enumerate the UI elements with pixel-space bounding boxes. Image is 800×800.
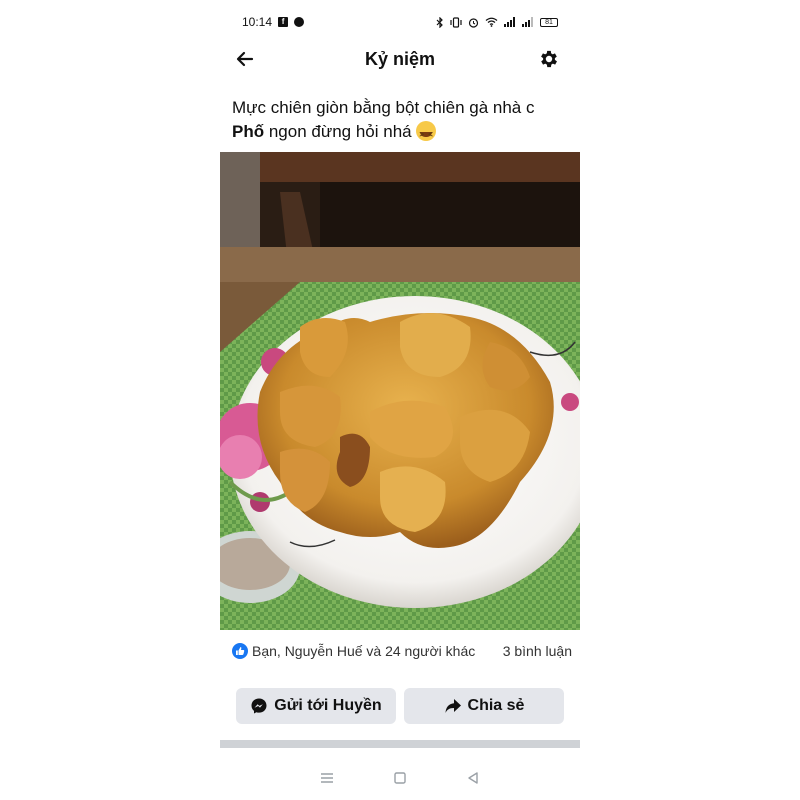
back-button[interactable] (232, 46, 258, 72)
vibrate-icon (450, 16, 462, 28)
reactions-text[interactable]: Bạn, Nguyễn Huế và 24 người khác (252, 643, 495, 659)
settings-button[interactable] (536, 46, 562, 72)
like-reaction-icon (232, 643, 248, 659)
laughing-emoji-icon (416, 121, 437, 144)
fried-food-photo (220, 152, 580, 630)
wifi-icon (485, 17, 498, 27)
phone-screen: 10:14 f 81 Kỷ niệm Mực chiên giòn bằng b… (220, 0, 580, 800)
page-title: Kỷ niệm (364, 48, 436, 69)
app-header: Kỷ niệm (220, 40, 580, 78)
status-bar: 10:14 f 81 (220, 10, 580, 34)
post-text-line-2: Phố ngon đừng hỏi nhá (232, 120, 572, 144)
status-time: 10:14 (242, 15, 273, 29)
reactions-row[interactable]: Bạn, Nguyễn Huế và 24 người khác 3 bình … (232, 641, 572, 661)
comments-count[interactable]: 3 bình luận (503, 643, 572, 659)
status-right: 81 (436, 16, 558, 28)
system-back-button[interactable] (461, 766, 485, 790)
arrow-left-icon (236, 51, 254, 67)
post-text-bold: Phố (232, 122, 265, 141)
send-to-label: Gửi tới Huyền (274, 697, 382, 714)
status-left: 10:14 f (242, 15, 305, 29)
system-nav-bar (220, 764, 580, 792)
post-photo[interactable] (220, 152, 580, 630)
messenger-icon (251, 698, 267, 714)
menu-lines-icon (320, 773, 333, 783)
share-label: Chia sẻ (467, 697, 525, 714)
home-button[interactable] (388, 766, 412, 790)
signal-icon-1 (504, 17, 516, 27)
bluetooth-icon (436, 16, 444, 28)
share-button[interactable]: Chia sẻ (404, 688, 564, 724)
post-text-line-1: Mực chiên giòn bằng bột chiên gà nhà c (232, 98, 535, 117)
triangle-back-icon (468, 772, 479, 784)
share-arrow-icon (445, 699, 461, 713)
signal-icon-2 (522, 17, 534, 27)
square-icon (394, 772, 406, 784)
facebook-notification-icon: f (278, 17, 289, 27)
messenger-notification-icon (294, 17, 305, 27)
post-text: Mực chiên giòn bằng bột chiên gà nhà c P… (232, 96, 572, 144)
section-divider (220, 740, 580, 748)
battery-icon: 81 (540, 17, 558, 27)
send-to-button[interactable]: Gửi tới Huyền (236, 688, 396, 724)
recent-apps-button[interactable] (315, 766, 339, 790)
action-buttons: Gửi tới Huyền Chia sẻ (236, 688, 564, 724)
post-text-rest: ngon đừng hỏi nhá (264, 122, 417, 141)
alarm-icon (468, 17, 479, 28)
gear-icon (541, 50, 557, 68)
